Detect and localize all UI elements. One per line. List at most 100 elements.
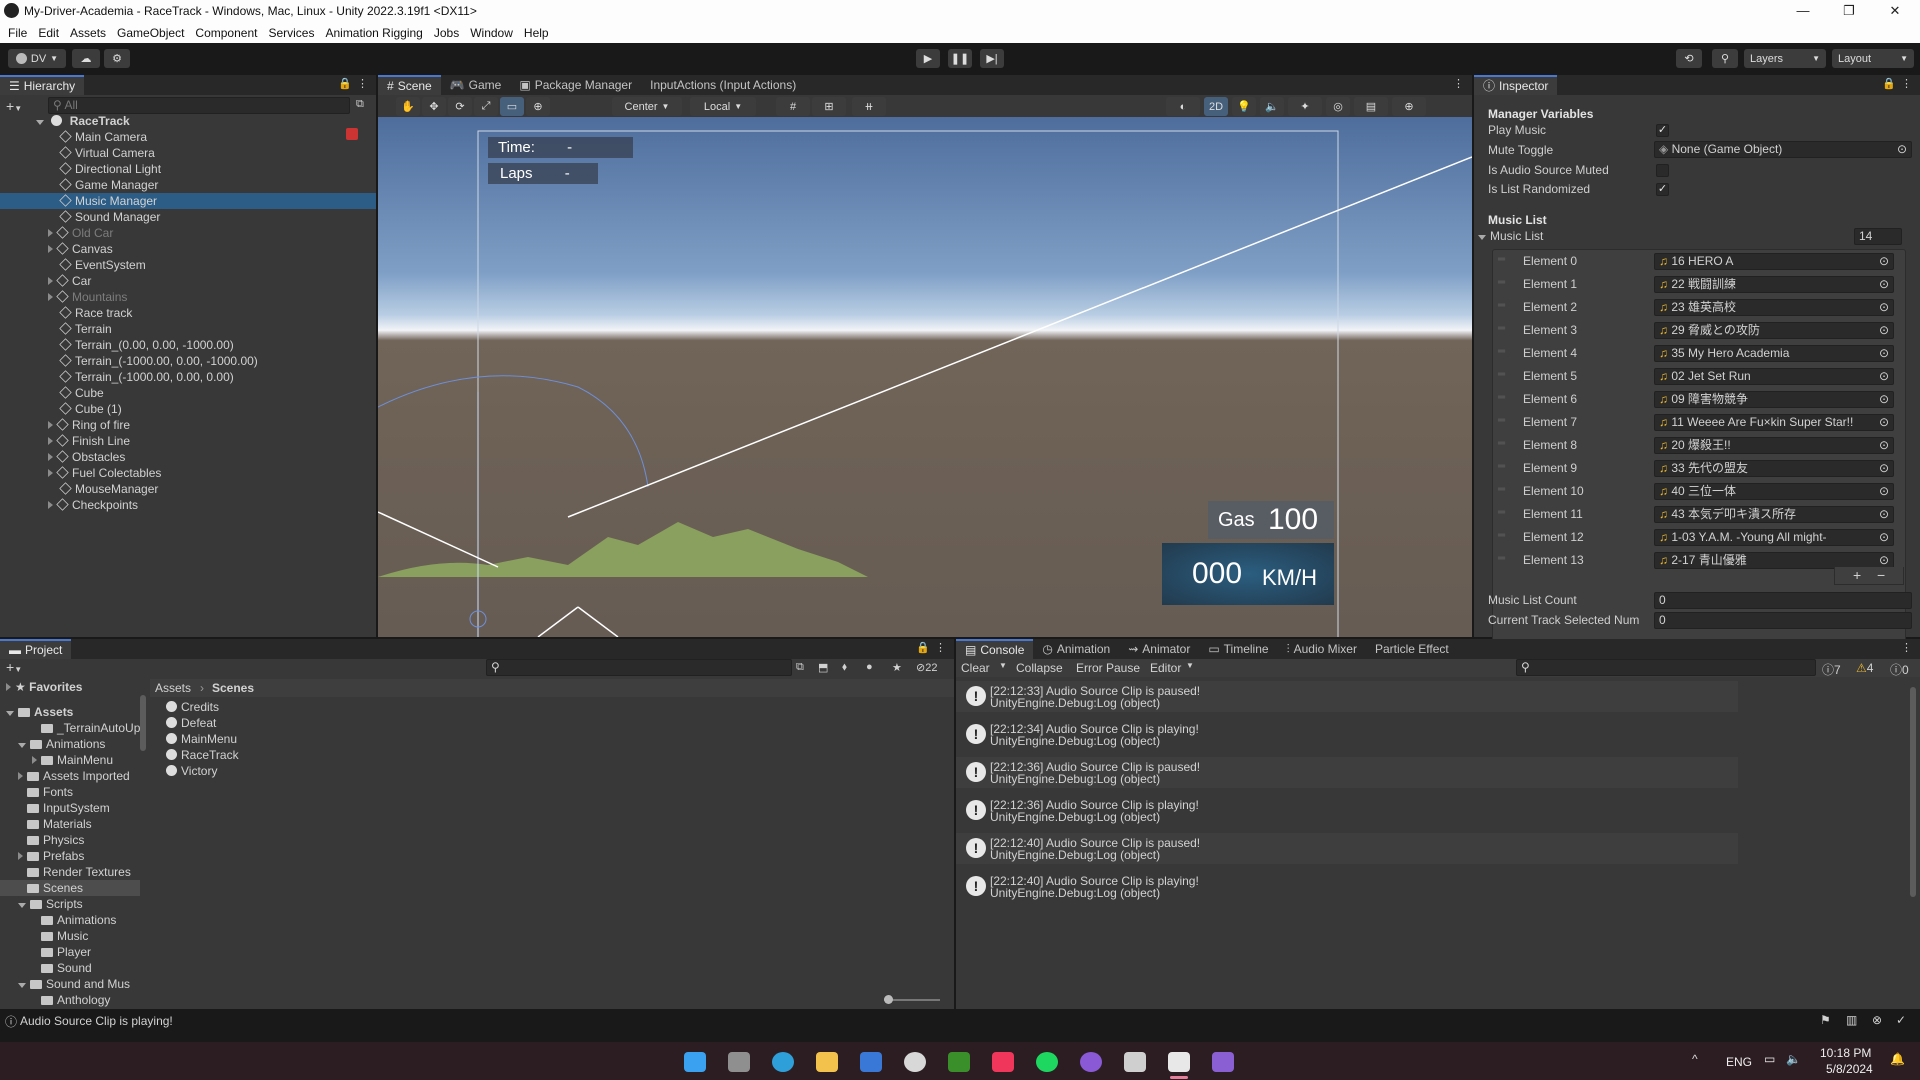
hierarchy-item[interactable]: Main Camera xyxy=(0,129,376,145)
volume-icon[interactable]: 🔈 xyxy=(1786,1052,1801,1066)
more-icon[interactable]: ⋮ xyxy=(1901,641,1912,654)
scene-root-row[interactable]: RaceTrack xyxy=(0,113,376,129)
object-picker-icon[interactable]: ⊙ xyxy=(1879,300,1889,315)
drag-handle-icon[interactable]: ═ xyxy=(1498,323,1505,334)
layout-dropdown[interactable]: Layout ▼ xyxy=(1832,49,1914,68)
drag-handle-icon[interactable]: ═ xyxy=(1498,369,1505,380)
snap-increment-button[interactable]: ⊞ xyxy=(812,97,846,116)
unity-editor-icon[interactable] xyxy=(1168,1052,1190,1072)
hierarchy-item[interactable]: Cube (1) xyxy=(0,401,376,417)
breadcrumb-assets[interactable]: Assets xyxy=(155,681,191,695)
warning-filter-toggle[interactable]: ⚠4 xyxy=(1856,661,1873,675)
hierarchy-item[interactable]: Sound Manager xyxy=(0,209,376,225)
menu-gameobject[interactable]: GameObject xyxy=(117,26,184,40)
drag-handle-icon[interactable]: ═ xyxy=(1498,392,1505,403)
hidden-packages-toggle[interactable]: ⊘22 xyxy=(916,661,937,674)
object-picker-icon[interactable]: ⊙ xyxy=(1879,323,1889,338)
project-folder-item[interactable]: Scripts xyxy=(0,896,140,912)
collapse-button[interactable]: Collapse xyxy=(1016,661,1063,675)
drag-handle-icon[interactable]: ═ xyxy=(1498,277,1505,288)
hierarchy-item[interactable]: Directional Light xyxy=(0,161,376,177)
display-icon[interactable]: ▭ xyxy=(1764,1052,1775,1066)
minimize-button[interactable]: — xyxy=(1780,0,1826,22)
audio-muted-checkbox[interactable] xyxy=(1656,164,1669,177)
progress-check-icon[interactable]: ✓ xyxy=(1896,1013,1906,1027)
close-button[interactable]: ✕ xyxy=(1872,0,1918,22)
more-icon[interactable]: ⋮ xyxy=(357,77,368,90)
project-folder-item[interactable]: Assets Imported xyxy=(0,768,140,784)
hierarchy-item[interactable]: Cube xyxy=(0,385,376,401)
hierarchy-item[interactable]: Music Manager xyxy=(0,193,376,209)
hierarchy-item[interactable]: Car xyxy=(0,273,376,289)
rect-tool-button[interactable]: ▭ xyxy=(500,97,524,116)
draw-mode-dropdown[interactable]: ◐ xyxy=(1166,97,1200,116)
console-scrollbar[interactable] xyxy=(1910,687,1916,897)
object-picker-icon[interactable]: ⊙ xyxy=(1879,553,1889,568)
start-icon[interactable] xyxy=(684,1052,706,1072)
music-list-foldout[interactable]: Music List xyxy=(1478,229,1543,243)
console-log-entry[interactable]: ! [22:12:40] Audio Source Clip is paused!… xyxy=(956,833,1738,864)
list-randomized-checkbox[interactable]: ✓ xyxy=(1656,183,1669,196)
project-folder-item[interactable]: _TerrainAutoUp xyxy=(0,720,140,736)
hierarchy-item[interactable]: Canvas xyxy=(0,241,376,257)
scene-view-options-button[interactable]: ⧺ xyxy=(852,97,886,116)
scene-visibility-toggle[interactable]: ◎ xyxy=(1326,97,1350,116)
scene-file-item[interactable]: MainMenu xyxy=(166,731,237,747)
drag-handle-icon[interactable]: ═ xyxy=(1498,300,1505,311)
transform-tool-button[interactable]: ⊕ xyxy=(526,97,550,116)
account-dropdown[interactable]: DV ▼ xyxy=(8,49,66,68)
audio-clip-field[interactable]: ♫ 22 戦闘訓練 ⊙ xyxy=(1654,276,1894,293)
undo-history-button[interactable]: ⟲ xyxy=(1676,49,1702,68)
lighting-toggle[interactable]: 💡 xyxy=(1232,97,1256,116)
hierarchy-item[interactable]: Terrain_(-1000.00, 0.00, -1000.00) xyxy=(0,353,376,369)
menu-services[interactable]: Services xyxy=(268,26,314,40)
tab-animator[interactable]: ⇝ Animator xyxy=(1119,639,1199,659)
hierarchy-item[interactable]: Terrain xyxy=(0,321,376,337)
error-filter-toggle[interactable]: ⓘ0 xyxy=(1890,661,1909,678)
tab-scene[interactable]: # Scene xyxy=(378,75,441,95)
object-picker-icon[interactable]: ⊙ xyxy=(1879,392,1889,407)
chrome-icon[interactable] xyxy=(904,1052,926,1072)
file-explorer-icon[interactable] xyxy=(816,1052,838,1072)
object-picker-icon[interactable]: ⊙ xyxy=(1879,254,1889,269)
editor-dropdown[interactable]: Editor xyxy=(1150,661,1181,675)
effects-dropdown[interactable]: ✦ xyxy=(1288,97,1322,116)
project-folder-item[interactable]: Animations xyxy=(0,912,140,928)
notification-bell-icon[interactable]: 🔔 xyxy=(1890,1052,1905,1066)
step-button[interactable]: ▶| xyxy=(980,49,1004,68)
search-type-icon[interactable]: ⧉ xyxy=(796,661,804,674)
menu-window[interactable]: Window xyxy=(470,26,513,40)
minecraft-icon[interactable] xyxy=(948,1052,970,1072)
create-asset-button[interactable]: +▼ xyxy=(6,659,22,675)
collab-settings-button[interactable]: ⚙ xyxy=(104,49,130,68)
breadcrumb-scenes[interactable]: Scenes xyxy=(212,681,254,695)
clear-options-chevron-icon[interactable]: ▼ xyxy=(999,661,1007,670)
maximize-button[interactable]: ❐ xyxy=(1826,0,1872,22)
project-folder-item[interactable]: Sound xyxy=(0,960,140,976)
audio-clip-field[interactable]: ♫ 43 本気デ叩キ潰ス所存 ⊙ xyxy=(1654,506,1894,523)
drag-handle-icon[interactable]: ═ xyxy=(1498,254,1505,265)
tab-inspector[interactable]: ⓘ Inspector xyxy=(1474,75,1558,95)
rotate-tool-button[interactable]: ⟳ xyxy=(448,97,472,116)
toggle-2d-button[interactable]: 2D xyxy=(1204,97,1228,116)
hierarchy-item[interactable]: Race track xyxy=(0,305,376,321)
scale-tool-button[interactable]: ⤢ xyxy=(474,97,498,116)
visual-studio-icon[interactable] xyxy=(1212,1052,1234,1072)
audio-clip-field[interactable]: ♫ 20 爆殺王!! ⊙ xyxy=(1654,437,1894,454)
filter-by-label-icon[interactable]: ⬒ xyxy=(818,661,828,674)
object-picker-icon[interactable]: ⊙ xyxy=(1879,346,1889,361)
lock-icon[interactable]: 🔒 xyxy=(338,77,352,90)
object-picker-icon[interactable]: ⊙ xyxy=(1879,530,1889,545)
remove-element-button[interactable]: − xyxy=(1877,567,1885,583)
error-pause-button[interactable]: Error Pause xyxy=(1076,661,1140,675)
clock-time[interactable]: 10:18 PM xyxy=(1820,1046,1871,1060)
menu-animation-rigging[interactable]: Animation Rigging xyxy=(325,26,422,40)
search-options-icon[interactable]: ⧉ xyxy=(356,98,364,111)
gizmos-dropdown[interactable]: ⊕ xyxy=(1392,97,1426,116)
clear-button[interactable]: Clear xyxy=(961,661,990,675)
console-log-entry[interactable]: ! [22:12:33] Audio Source Clip is paused!… xyxy=(956,681,1738,712)
menu-component[interactable]: Component xyxy=(195,26,257,40)
object-picker-icon[interactable]: ⊙ xyxy=(1897,142,1907,157)
scene-file-item[interactable]: RaceTrack xyxy=(166,747,239,763)
project-folder-item[interactable]: Animations xyxy=(0,736,140,752)
